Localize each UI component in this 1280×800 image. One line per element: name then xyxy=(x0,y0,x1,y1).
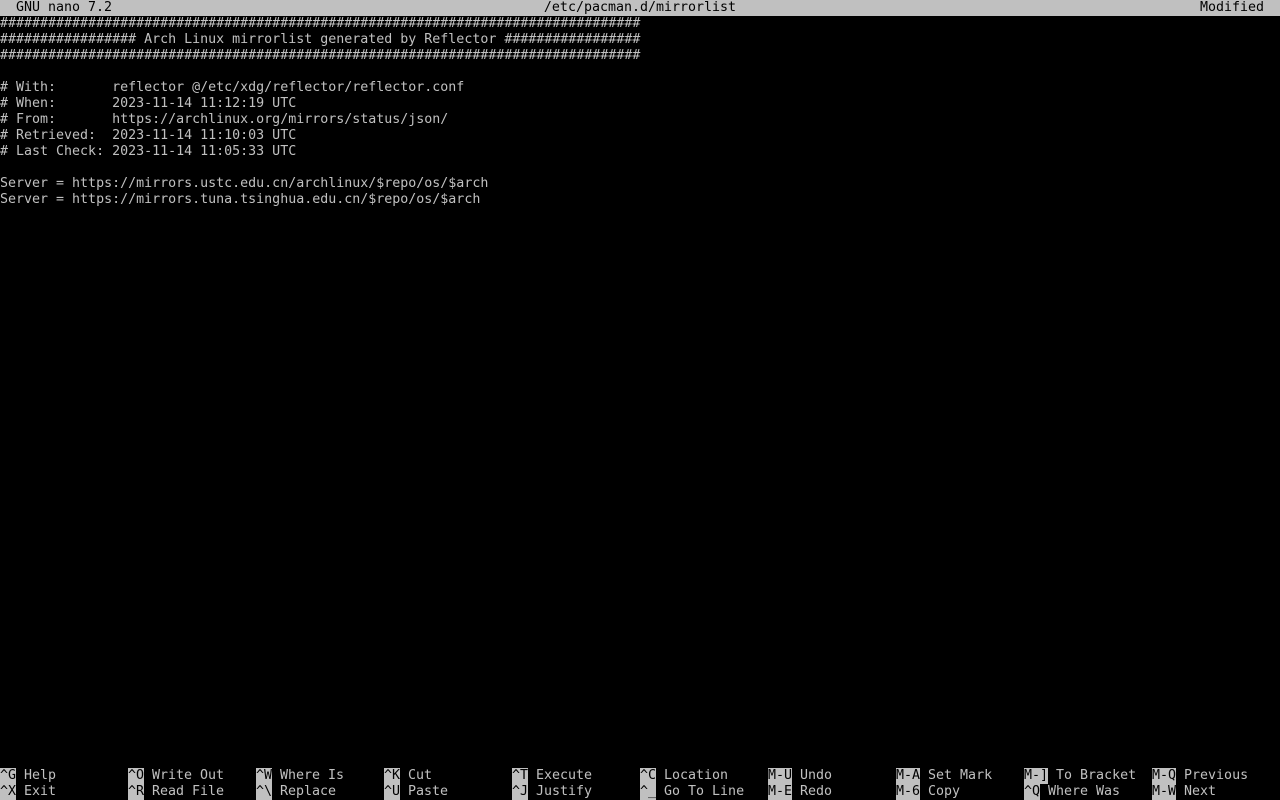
shortcut-set-mark[interactable]: M-A Set Mark xyxy=(896,768,1024,784)
buffer-line[interactable]: # From: https://archlinux.org/mirrors/st… xyxy=(0,112,1280,128)
shortcut-exit[interactable]: ^X Exit xyxy=(0,784,128,800)
buffer-line[interactable] xyxy=(0,160,1280,176)
shortcut-copy[interactable]: M-6 Copy xyxy=(896,784,1024,800)
shortcut-execute[interactable]: ^T Execute xyxy=(512,768,640,784)
shortcut-label: Replace xyxy=(280,784,337,799)
shortcut-label: Undo xyxy=(800,768,833,783)
shortcut-label: Copy xyxy=(928,784,961,799)
shortcut-previous[interactable]: M-Q Previous xyxy=(1152,768,1280,784)
shortcut-label: Go To Line xyxy=(664,784,745,799)
shortcut-justify[interactable]: ^J Justify xyxy=(512,784,640,800)
shortcut-key: ^\ xyxy=(256,784,273,800)
shortcut-key: M-] xyxy=(1024,768,1049,784)
shortcut-to-bracket[interactable]: M-] To Bracket xyxy=(1024,768,1152,784)
shortcut-label: To Bracket xyxy=(1056,768,1137,783)
shortcut-key: ^J xyxy=(512,784,529,800)
shortcut-key: M-Q xyxy=(1152,768,1177,784)
shortcut-key: ^R xyxy=(128,784,145,800)
shortcut-undo[interactable]: M-U Undo xyxy=(768,768,896,784)
shortcut-key: ^T xyxy=(512,768,529,784)
modified-status: Modified xyxy=(1199,0,1264,15)
buffer-line[interactable]: ################# Arch Linux mirrorlist … xyxy=(0,32,1280,48)
shortcut-help[interactable]: ^G Help xyxy=(0,768,128,784)
shortcut-key: M-U xyxy=(768,768,793,784)
shortcut-replace[interactable]: ^\ Replace xyxy=(256,784,384,800)
shortcut-key: M-W xyxy=(1152,784,1177,800)
shortcut-label: Execute xyxy=(536,768,593,783)
shortcut-read-file[interactable]: ^R Read File xyxy=(128,784,256,800)
shortcut-key: ^K xyxy=(384,768,401,784)
shortcut-key: ^W xyxy=(256,768,273,784)
shortcut-label: Previous xyxy=(1184,768,1249,783)
shortcut-label: Set Mark xyxy=(928,768,993,783)
shortcut-where-is[interactable]: ^W Where Is xyxy=(256,768,384,784)
shortcut-key: M-A xyxy=(896,768,921,784)
shortcut-label: Location xyxy=(664,768,729,783)
shortcut-key: ^O xyxy=(128,768,145,784)
shortcut-label: Exit xyxy=(24,784,57,799)
shortcut-key: M-E xyxy=(768,784,793,800)
buffer-line[interactable]: ########################################… xyxy=(0,16,1280,32)
buffer-line[interactable]: Server = https://mirrors.ustc.edu.cn/arc… xyxy=(0,176,1280,192)
shortcut-label: Next xyxy=(1184,784,1217,799)
shortcut-cut[interactable]: ^K Cut xyxy=(384,768,512,784)
buffer-line[interactable]: ########################################… xyxy=(0,48,1280,64)
buffer-line[interactable]: # Retrieved: 2023-11-14 11:10:03 UTC xyxy=(0,128,1280,144)
shortcut-label: Where Was xyxy=(1048,784,1121,799)
buffer-line[interactable]: # When: 2023-11-14 11:12:19 UTC xyxy=(0,96,1280,112)
buffer-line[interactable] xyxy=(0,64,1280,80)
shortcut-key: ^Q xyxy=(1024,784,1041,800)
shortcut-bar-row-1: ^G Help ^O Write Out ^W Where Is ^K Cut ^T Ex… xyxy=(0,768,1280,784)
shortcut-label: Write Out xyxy=(152,768,225,783)
shortcut-label: Cut xyxy=(408,768,433,783)
shortcut-write-out[interactable]: ^O Write Out xyxy=(128,768,256,784)
shortcut-label: Read File xyxy=(152,784,225,799)
shortcut-redo[interactable]: M-E Redo xyxy=(768,784,896,800)
shortcut-key: ^_ xyxy=(640,784,657,800)
shortcut-paste[interactable]: ^U Paste xyxy=(384,784,512,800)
shortcut-bar-row-2: ^X Exit ^R Read File ^\ Replace ^U Paste ^J J… xyxy=(0,784,1280,800)
shortcut-label: Redo xyxy=(800,784,833,799)
shortcut-key: ^X xyxy=(0,784,17,800)
shortcut-where-was[interactable]: ^Q Where Was xyxy=(1024,784,1152,800)
buffer-line[interactable]: # With: reflector @/etc/xdg/reflector/re… xyxy=(0,80,1280,96)
text-editor-buffer[interactable]: ########################################… xyxy=(0,16,1280,752)
shortcut-next[interactable]: M-W Next xyxy=(1152,784,1280,800)
title-bar: GNU nano 7.2 /etc/pacman.d/mirrorlist Mo… xyxy=(0,0,1280,16)
buffer-line[interactable]: Server = https://mirrors.tuna.tsinghua.e… xyxy=(0,192,1280,208)
shortcut-label: Where Is xyxy=(280,768,345,783)
shortcut-key: ^G xyxy=(0,768,17,784)
shortcut-label: Help xyxy=(24,768,57,783)
shortcut-key: M-6 xyxy=(896,784,921,800)
shortcut-location[interactable]: ^C Location xyxy=(640,768,768,784)
shortcut-label: Justify xyxy=(536,784,593,799)
shortcut-label: Paste xyxy=(408,784,449,799)
shortcut-key: ^U xyxy=(384,784,401,800)
file-name: /etc/pacman.d/mirrorlist xyxy=(543,0,737,15)
shortcut-go-to-line[interactable]: ^_ Go To Line xyxy=(640,784,768,800)
shortcut-key: ^C xyxy=(640,768,657,784)
buffer-line[interactable]: # Last Check: 2023-11-14 11:05:33 UTC xyxy=(0,144,1280,160)
